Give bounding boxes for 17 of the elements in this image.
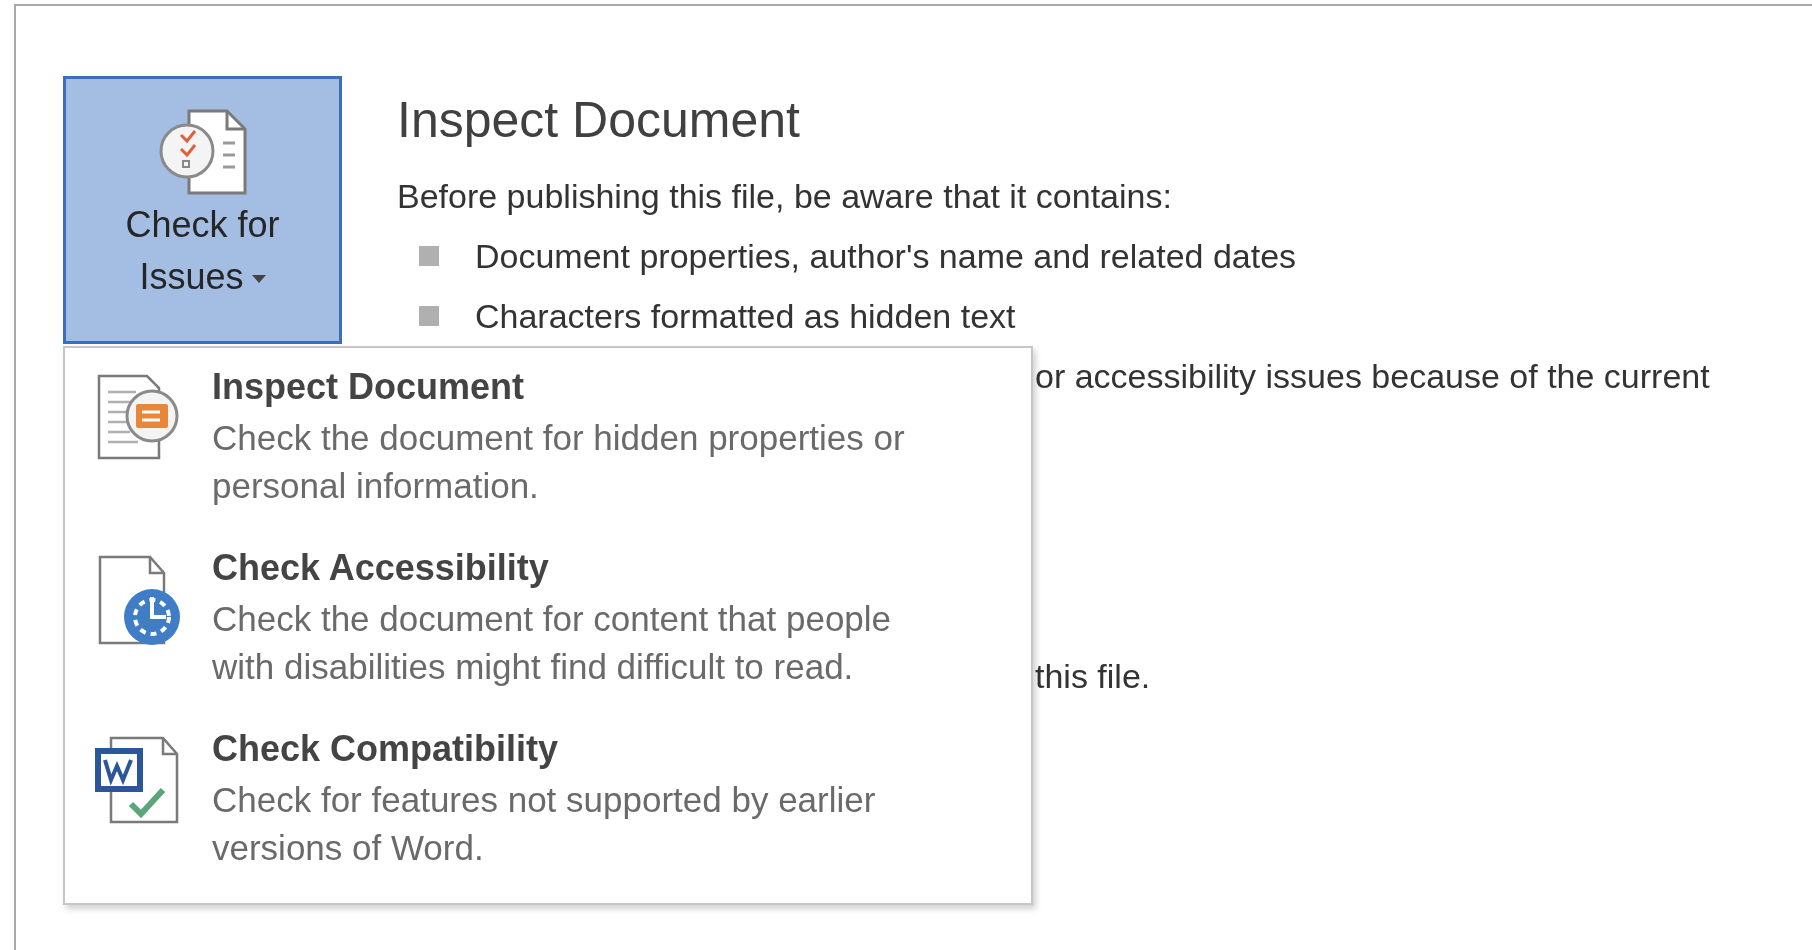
list-item-text: Document properties, author's name and related dates: [475, 236, 1297, 277]
menu-item-description: Check the document for content that people with disabilities might find difficult to read.: [212, 598, 893, 688]
menu-item-title[interactable]: Inspect Document: [212, 360, 942, 414]
section-title: Inspect Document: [397, 91, 801, 150]
bullet-icon: [419, 246, 439, 266]
list-item-text: Characters formatted as hidden text: [475, 296, 1016, 337]
menu-item-title[interactable]: Check Compatibility: [212, 722, 942, 776]
bullet-icon: [419, 306, 439, 326]
intro-text: Before publishing this file, be aware that it contains:: [397, 176, 1173, 217]
check-for-issues-button[interactable]: Check for Issues: [63, 76, 342, 344]
menu-item-description: Check for features not supported by earlier versions of Word.: [212, 779, 877, 869]
menu-item-description: Check the document for hidden properties or personal information.: [212, 417, 906, 507]
body-text: this file.: [1035, 656, 1152, 697]
menu-item-title[interactable]: Check Accessibility: [212, 541, 942, 595]
caret-icon: [251, 275, 266, 284]
inspect-document-icon: [96, 372, 180, 460]
body-text: or accessibility issues because of the current: [1035, 356, 1710, 397]
